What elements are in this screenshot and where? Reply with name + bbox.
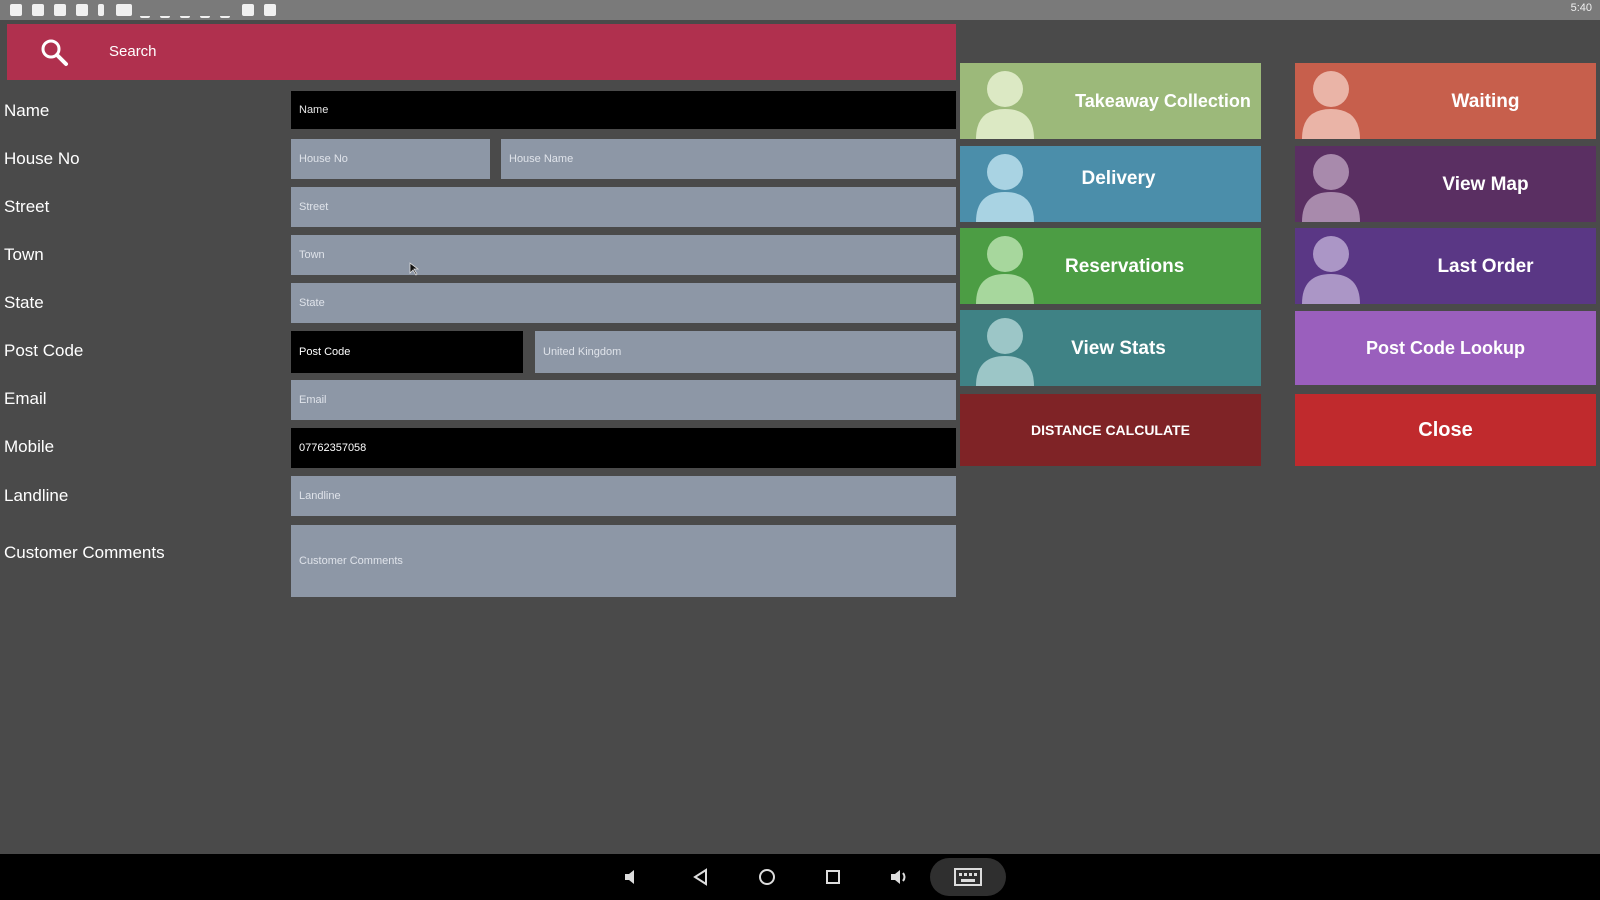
search-bar[interactable]: Search <box>7 24 956 80</box>
house-no-label: House No <box>4 149 80 168</box>
notification-icon <box>116 4 132 16</box>
country-select[interactable]: United Kingdom <box>535 331 956 373</box>
waiting-label: Waiting <box>1451 91 1520 112</box>
notification-icon <box>98 4 104 16</box>
name-label: Name <box>4 101 50 120</box>
takeaway-collection-button[interactable]: Takeaway Collection <box>960 63 1261 139</box>
recents-icon[interactable] <box>819 863 847 891</box>
search-label: Search <box>109 43 157 60</box>
state-input[interactable]: State <box>291 283 956 323</box>
volume-up-icon[interactable] <box>885 863 913 891</box>
customer-comments-input[interactable]: Customer Comments <box>291 525 956 597</box>
person-icon <box>1302 154 1360 222</box>
post-code-lookup-button[interactable]: Post Code Lookup <box>1295 311 1596 385</box>
view-stats-label: View Stats <box>1071 338 1166 359</box>
person-icon <box>1302 236 1360 304</box>
landline-input[interactable]: Landline <box>291 476 956 516</box>
notification-icon <box>140 4 150 18</box>
back-icon[interactable] <box>687 863 715 891</box>
notification-icon <box>264 4 276 16</box>
street-label: Street <box>4 197 50 216</box>
notification-icon <box>242 4 254 16</box>
status-bar: 5:40 <box>0 0 1600 20</box>
home-icon[interactable] <box>753 863 781 891</box>
person-icon <box>976 71 1034 139</box>
last-order-label: Last Order <box>1437 256 1534 277</box>
delivery-label: Delivery <box>1081 168 1156 189</box>
town-input[interactable]: Town <box>291 235 956 275</box>
customer-comments-label: Customer Comments <box>4 543 165 562</box>
notification-icon <box>10 4 22 16</box>
name-input[interactable]: Name <box>291 91 956 129</box>
waiting-button[interactable]: Waiting <box>1295 63 1596 139</box>
close-label: Close <box>1418 418 1473 441</box>
reservations-label: Reservations <box>1065 256 1185 277</box>
notification-icon <box>200 4 210 18</box>
notification-icon <box>32 4 44 16</box>
post-code-lookup-label: Post Code Lookup <box>1366 337 1525 358</box>
town-label: Town <box>4 245 44 264</box>
takeaway-collection-label: Takeaway Collection <box>1075 90 1251 111</box>
mobile-label: Mobile <box>4 437 55 456</box>
search-icon[interactable] <box>39 37 69 67</box>
state-label: State <box>4 293 44 312</box>
person-icon <box>976 236 1034 304</box>
notification-icon <box>180 4 190 18</box>
notification-icon <box>220 4 230 18</box>
landline-label: Landline <box>4 486 69 505</box>
house-no-input[interactable]: House No <box>291 139 490 179</box>
navigation-bar <box>0 854 1600 900</box>
view-map-button[interactable]: View Map <box>1295 146 1596 222</box>
email-label: Email <box>4 389 47 408</box>
keyboard-icon[interactable] <box>954 863 982 891</box>
distance-calculate-button[interactable]: DISTANCE CALCULATE <box>960 394 1261 466</box>
person-icon <box>1302 71 1360 139</box>
person-icon <box>976 318 1034 386</box>
house-name-input[interactable]: House Name <box>501 139 956 179</box>
view-map-label: View Map <box>1442 174 1529 195</box>
post-code-input[interactable]: Post Code <box>291 331 523 373</box>
delivery-button[interactable]: Delivery <box>960 146 1261 222</box>
status-time: 5:40 <box>1570 2 1592 14</box>
notification-icon <box>76 4 88 16</box>
notification-icon <box>54 4 66 16</box>
mouse-cursor-icon <box>409 262 419 276</box>
mobile-input[interactable]: 07762357058 <box>291 428 956 468</box>
volume-down-icon[interactable] <box>618 863 646 891</box>
email-input[interactable]: Email <box>291 380 956 420</box>
distance-calculate-label: DISTANCE CALCULATE <box>1031 422 1190 438</box>
person-icon <box>976 154 1034 222</box>
street-input[interactable]: Street <box>291 187 956 227</box>
notification-icon <box>160 4 170 18</box>
post-code-label: Post Code <box>4 341 84 360</box>
view-stats-button[interactable]: View Stats <box>960 310 1261 386</box>
close-button[interactable]: Close <box>1295 394 1596 466</box>
last-order-button[interactable]: Last Order <box>1295 228 1596 304</box>
reservations-button[interactable]: Reservations <box>960 228 1261 304</box>
